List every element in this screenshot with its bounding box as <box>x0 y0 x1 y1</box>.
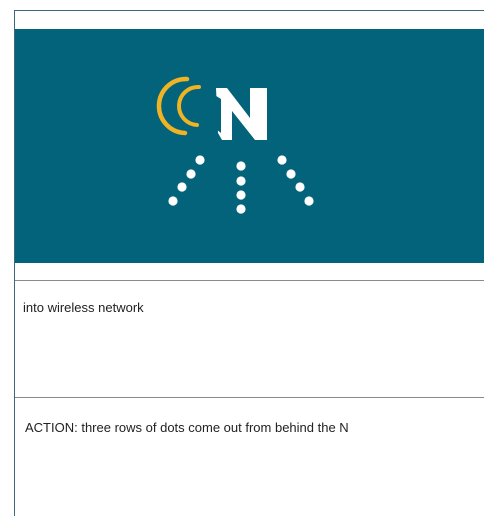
wireless-logo-graphic <box>156 76 314 214</box>
dot-left-4 <box>168 196 178 206</box>
divider-middle <box>15 397 484 398</box>
animation-frame-panel <box>15 29 484 263</box>
divider-top <box>15 280 484 281</box>
dot-center-3 <box>236 190 246 200</box>
dot-right-4 <box>304 196 314 206</box>
signal-arc-inner-icon <box>176 84 201 127</box>
dot-right-3 <box>295 182 305 192</box>
dot-center-2 <box>236 176 246 186</box>
dot-left-2 <box>186 169 196 179</box>
n-letter-icon <box>207 88 267 140</box>
dot-left-3 <box>177 182 187 192</box>
dot-center-1 <box>236 161 246 171</box>
dot-left-1 <box>195 155 205 165</box>
description-caption: into wireless network <box>23 300 144 315</box>
dot-center-4 <box>236 204 246 214</box>
dot-right-2 <box>286 169 296 179</box>
signal-arc-outer-icon <box>156 76 190 136</box>
dot-right-1 <box>277 155 287 165</box>
action-caption: ACTION: three rows of dots come out from… <box>25 420 349 435</box>
storyboard-frame: into wireless network ACTION: three rows… <box>14 10 484 516</box>
